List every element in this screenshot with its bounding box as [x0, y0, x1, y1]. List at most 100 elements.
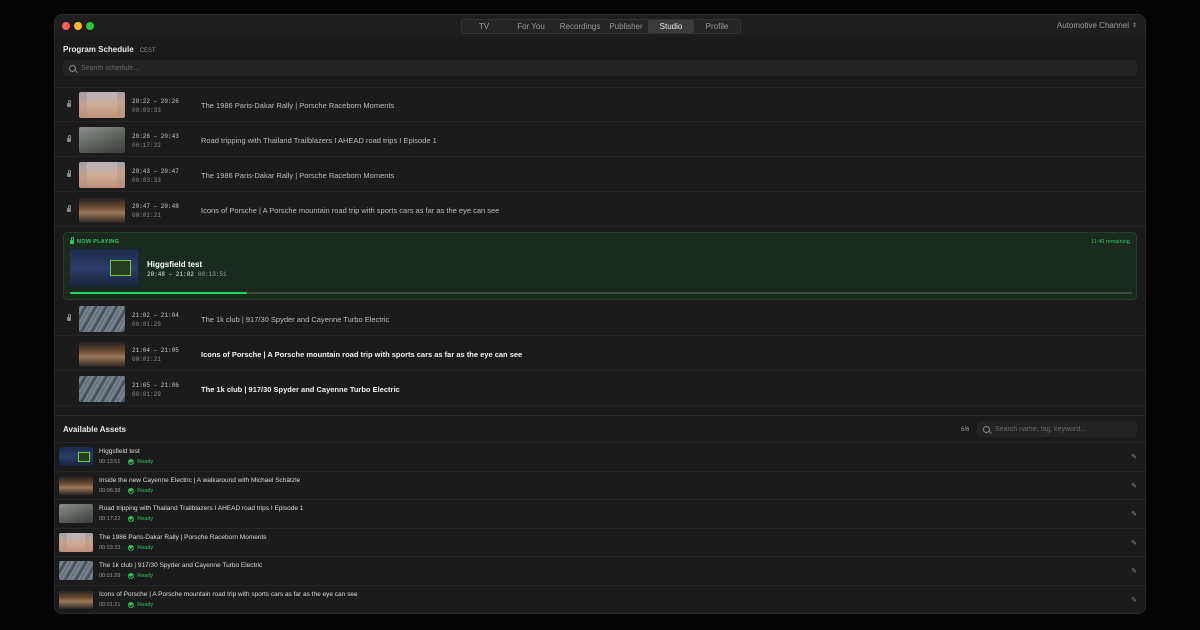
asset-name: Icons of Porsche | A Porsche mountain ro…: [99, 590, 358, 598]
thumbnail: [59, 447, 93, 466]
tab-studio[interactable]: Studio: [648, 20, 694, 33]
thumbnail: [59, 475, 93, 495]
thumbnail: [59, 532, 93, 552]
asset-row[interactable]: The 1k club | 917/30 Spyder and Cayenne …: [55, 556, 1145, 585]
now-playing-time: 20:48 – 21:02 00:13:51: [147, 271, 227, 278]
title-bar: TV For You Recordings Publisher Studio Profil…: [55, 15, 1145, 37]
asset-name: The 1986 Paris-Dakar Rally | Porsche Rac…: [99, 533, 267, 541]
schedule-search: [63, 60, 1137, 76]
asset-name: The 1k club | 917/30 Spyder and Cayenne …: [99, 562, 263, 569]
schedule-row[interactable]: 20:43 – 20:47 00:03:33 The 1986 Paris-Daka…: [55, 158, 1145, 192]
edit-icon[interactable]: ✎: [1131, 453, 1137, 461]
edit-icon[interactable]: ✎: [1131, 539, 1137, 547]
asset-list: Higgsfield test 00:13:51 · Ready ✎ Inside the…: [55, 442, 1145, 613]
lock-icon: [67, 100, 71, 107]
time-slot: 20:43 – 20:47: [132, 168, 179, 175]
thumbnail: [59, 589, 93, 609]
now-playing-title: Higgsfield test: [147, 260, 203, 269]
time-slot: 20:22 – 20:26: [132, 98, 179, 105]
asset-meta: 00:06:38 · Ready: [99, 487, 154, 494]
lock-icon: [67, 205, 71, 212]
duration: 00:03:33: [132, 177, 161, 184]
page-title: Program Schedule: [63, 45, 134, 54]
schedule-row[interactable]: 21:04 – 21:05 00:01:21 Icons of Porsche | …: [55, 337, 1145, 371]
lock-icon: [67, 135, 71, 142]
status-badge: Ready: [137, 516, 154, 522]
edit-icon[interactable]: ✎: [1131, 482, 1137, 490]
asset-row[interactable]: Higgsfield test 00:13:51 · Ready ✎: [55, 442, 1145, 471]
zoom-window-button[interactable]: [86, 22, 94, 30]
schedule-row[interactable]: 20:22 – 20:26 00:03:33 The 1986 Paris-Daka…: [55, 88, 1145, 122]
duration: 00:06:38: [99, 487, 121, 494]
duration: 00:03:33: [99, 544, 121, 551]
thumbnail: [79, 306, 125, 332]
edit-icon[interactable]: ✎: [1131, 596, 1137, 604]
duration: 00:01:29: [99, 573, 121, 579]
lock-icon: [67, 170, 71, 177]
duration: 00:01:21: [99, 601, 121, 608]
tab-tv[interactable]: TV: [462, 20, 506, 33]
status-badge: Ready: [137, 601, 154, 608]
now-playing-label: NOW PLAYING: [70, 237, 119, 245]
assets-panel: Available Assets 6/6 Higgsfield test 00:1…: [55, 415, 1145, 613]
asset-name: Road tripping with Thailand Trailblazers…: [99, 505, 304, 512]
check-circle-icon: [128, 544, 135, 551]
separator: ·: [123, 573, 126, 579]
separator: ·: [123, 487, 126, 494]
check-circle-icon: [128, 601, 135, 608]
duration: 00:17:22: [132, 142, 161, 149]
thumbnail: [79, 341, 125, 367]
schedule-row[interactable]: 21:05 – 21:06 00:01:29 The 1k club | 917/3…: [55, 372, 1145, 406]
chevron-updown-icon: ⇕: [1131, 22, 1137, 29]
asset-meta: 00:03:33 · Ready: [99, 544, 154, 551]
thumbnail: [79, 127, 125, 153]
time-slot: 20:48 – 21:02: [147, 271, 194, 278]
thumbnail: [79, 92, 125, 118]
edit-icon[interactable]: ✎: [1131, 567, 1137, 575]
tab-profile[interactable]: Profile: [694, 20, 740, 33]
time-range: 20:47 – 20:48 00:01:21: [132, 202, 179, 220]
thumbnail: [59, 504, 93, 523]
tab-for-you[interactable]: For You: [506, 20, 556, 33]
assets-count: 6/6: [961, 427, 970, 433]
asset-row[interactable]: The 1986 Paris-Dakar Rally | Porsche Rac…: [55, 527, 1145, 557]
separator: ·: [123, 601, 126, 608]
asset-row[interactable]: Inside the new Cayenne Electric | A walk…: [55, 470, 1145, 500]
time-range: 20:43 – 20:47 00:03:33: [132, 167, 179, 185]
main-tabs: TV For You Recordings Publisher Studio Profil…: [461, 19, 741, 34]
duration: 00:01:21: [132, 356, 161, 363]
program-title: Road tripping with Thailand Trailblazers…: [201, 136, 437, 145]
asset-row[interactable]: Icons of Porsche | A Porsche mountain ro…: [55, 584, 1145, 614]
schedule-row[interactable]: 21:02 – 21:04 00:01:29 The 1k club | 917/3…: [55, 302, 1145, 336]
schedule-row[interactable]: 20:26 – 20:43 00:17:22 Road tripping with …: [55, 123, 1145, 157]
timezone-badge: CEST: [139, 48, 156, 54]
tab-recordings[interactable]: Recordings: [556, 20, 604, 33]
edit-icon[interactable]: ✎: [1131, 510, 1137, 518]
time-slot: 20:47 – 20:48: [132, 203, 179, 210]
lock-icon: [70, 237, 74, 244]
schedule-header: Program Schedule CEST: [63, 45, 156, 54]
time-range: 21:04 – 21:05 00:01:21: [132, 346, 179, 364]
channel-selector[interactable]: Automotive Channel ⇕: [1057, 21, 1137, 30]
tab-publisher[interactable]: Publisher: [604, 20, 648, 33]
separator: ·: [123, 459, 126, 465]
duration: 00:01:21: [132, 212, 161, 219]
status-badge: Ready: [137, 544, 154, 551]
time-range: 21:02 – 21:04 00:01:29: [132, 311, 179, 329]
status-badge: Ready: [137, 487, 154, 494]
separator: ·: [123, 544, 126, 551]
schedule-search-input[interactable]: [81, 64, 381, 72]
close-window-button[interactable]: [62, 22, 70, 30]
schedule-row[interactable]: 20:47 – 20:48 00:01:21 Icons of Porsche | …: [55, 193, 1145, 227]
progress-fill: [70, 292, 248, 294]
now-playing-card[interactable]: NOW PLAYING 11:40 remaining Higgsfield tes…: [63, 232, 1137, 300]
check-circle-icon: [128, 573, 135, 579]
program-title: The 1k club | 917/30 Spyder and Cayenne …: [201, 385, 400, 394]
minimize-window-button[interactable]: [74, 22, 82, 30]
asset-row[interactable]: Road tripping with Thailand Trailblazers…: [55, 499, 1145, 528]
program-title: The 1986 Paris-Dakar Rally | Porsche Rac…: [201, 171, 395, 180]
asset-meta: 00:17:22 · Ready: [99, 516, 153, 522]
asset-search-input[interactable]: [995, 425, 1125, 433]
time-slot: 21:02 – 21:04: [132, 312, 179, 319]
time-range: 20:22 – 20:26 00:03:33: [132, 97, 179, 115]
